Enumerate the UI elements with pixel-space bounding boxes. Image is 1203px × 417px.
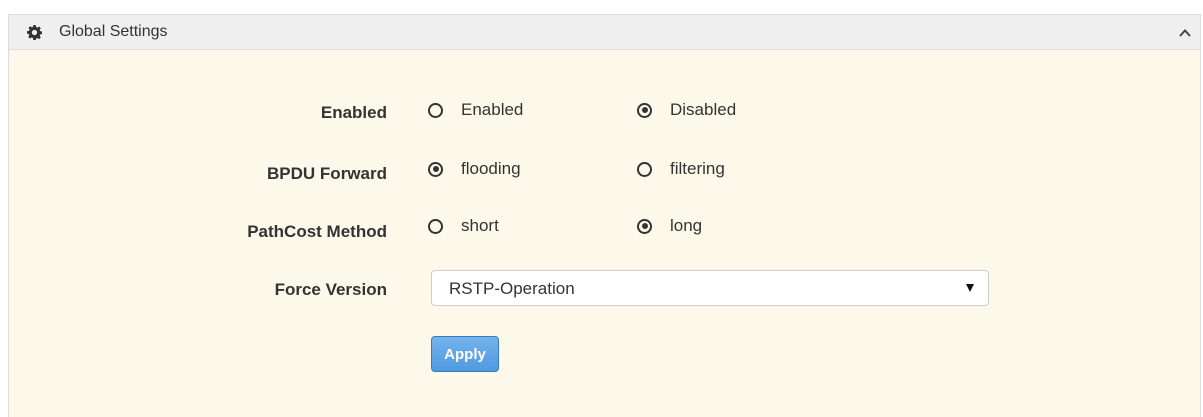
panel-header[interactable]: Global Settings [9, 15, 1200, 50]
apply-button[interactable]: Apply [431, 336, 499, 372]
radio-filtering-label: filtering [670, 159, 725, 178]
caret-down-icon [966, 284, 974, 292]
radio-short[interactable] [428, 218, 443, 234]
chevron-up-icon[interactable] [1178, 26, 1192, 40]
radio-short-label: short [461, 216, 499, 235]
global-settings-panel: Global Settings Enabled Enabled Disabled… [8, 14, 1201, 417]
force-version-value: RSTP-Operation [449, 279, 575, 298]
enabled-label: Enabled [320, 103, 387, 122]
force-version-select[interactable]: RSTP-Operation [431, 270, 989, 306]
radio-enabled[interactable] [428, 102, 443, 118]
bpdu-option-filtering[interactable]: filtering [637, 159, 725, 179]
radio-filtering[interactable] [637, 161, 652, 177]
bpdu-option-flooding[interactable]: flooding [428, 159, 521, 179]
radio-disabled[interactable] [637, 102, 652, 118]
pathcost-option-short[interactable]: short [428, 216, 499, 236]
pathcost-option-long[interactable]: long [637, 216, 702, 236]
pathcost-method-label: PathCost Method [247, 222, 387, 241]
radio-enabled-label: Enabled [461, 100, 524, 119]
radio-long-label: long [670, 216, 703, 235]
radio-flooding[interactable] [428, 161, 443, 177]
radio-flooding-label: flooding [461, 159, 521, 178]
radio-disabled-label: Disabled [670, 100, 737, 119]
bpdu-forward-label: BPDU Forward [267, 164, 387, 183]
enabled-option-disabled[interactable]: Disabled [637, 100, 736, 120]
radio-long[interactable] [637, 218, 652, 234]
enabled-option-enabled[interactable]: Enabled [428, 100, 523, 120]
force-version-label: Force Version [274, 280, 387, 299]
panel-title: Global Settings [59, 23, 168, 40]
gear-icon [27, 25, 42, 40]
